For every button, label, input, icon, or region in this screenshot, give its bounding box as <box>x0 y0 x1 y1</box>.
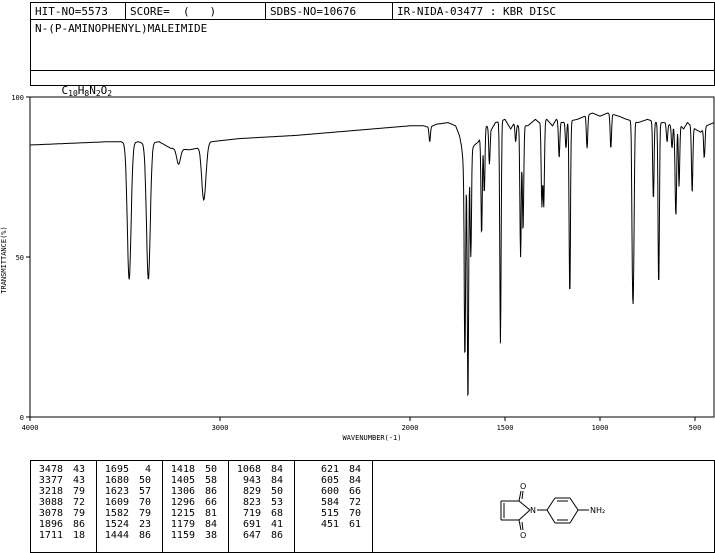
peak-wavenumber: 691 <box>242 519 261 530</box>
peak-wavenumber: 719 <box>242 508 261 519</box>
y-tick-label: 0 <box>20 414 24 422</box>
peak-wavenumber: 823 <box>242 497 261 508</box>
peak-wavenumber: 1609 <box>104 497 129 508</box>
x-tick-label: 500 <box>689 424 702 432</box>
oxygen-bottom-label: O <box>520 531 526 540</box>
peak-transmittance: 79 <box>138 508 151 519</box>
axis-ticks: 4000 3000 2000 1500 1000 500 0 50 100 <box>11 94 701 432</box>
peak-transmittance: 61 <box>348 519 361 530</box>
y-tick-label: 50 <box>16 254 24 262</box>
peak-transmittance: 68 <box>270 508 283 519</box>
peak-wavenumber: 1418 <box>170 464 195 475</box>
oxygen-top-label: O <box>520 482 526 491</box>
peak-wavenumber: 3078 <box>38 508 63 519</box>
peak-wavenumber: 1711 <box>38 530 63 541</box>
peak-transmittance: 72 <box>348 497 361 508</box>
peak-transmittance: 84 <box>348 464 361 475</box>
y-axis-label: TRANSMITTANCE(%) <box>0 226 8 293</box>
peak-transmittance: 86 <box>270 530 283 541</box>
peak-wavenumber: 647 <box>242 530 261 541</box>
peak-wavenumber: 3377 <box>38 475 63 486</box>
peak-wavenumber: 943 <box>242 475 261 486</box>
transmittance-series-line <box>30 112 715 397</box>
peak-wavenumber: 1524 <box>104 519 129 530</box>
peak-wavenumber: 3088 <box>38 497 63 508</box>
peak-transmittance: 38 <box>204 530 217 541</box>
structure-diagram: O N O NH₂ <box>500 482 605 540</box>
peak-wavenumber: 3478 <box>38 464 63 475</box>
peak-wavenumber: 1896 <box>38 519 63 530</box>
peak-wavenumber: 1623 <box>104 486 129 497</box>
peak-wavenumber: 451 <box>320 519 339 530</box>
peak-transmittance: 86 <box>72 519 85 530</box>
peak-wavenumber: 3218 <box>38 486 63 497</box>
peak-transmittance: 23 <box>138 519 151 530</box>
peak-wavenumber: 1215 <box>170 508 195 519</box>
peak-transmittance: 81 <box>204 508 217 519</box>
peak-transmittance: 50 <box>270 486 283 497</box>
peak-transmittance: 66 <box>204 497 217 508</box>
peak-wavenumber: 1068 <box>236 464 261 475</box>
ir-spectrum-chart: 4000 3000 2000 1500 1000 500 0 50 100 TRANSMITTA… <box>0 94 715 442</box>
peak-wavenumber: 1444 <box>104 530 129 541</box>
x-tick-label: 2000 <box>402 424 419 432</box>
peak-transmittance: 66 <box>348 486 361 497</box>
x-tick-label: 4000 <box>22 424 39 432</box>
amine-label: NH₂ <box>590 506 605 515</box>
peak-transmittance: 50 <box>138 475 151 486</box>
peak-transmittance: 79 <box>72 508 85 519</box>
peak-transmittance: 50 <box>204 464 217 475</box>
peak-transmittance: 43 <box>72 464 85 475</box>
x-tick-label: 1000 <box>592 424 609 432</box>
peak-wavenumber: 1179 <box>170 519 195 530</box>
peak-wavenumber: 1159 <box>170 530 195 541</box>
peak-table: 3478 43 3377 43 3218 79 3088 72 3078 79 1896 86 1711… <box>30 460 715 553</box>
peak-transmittance: 41 <box>270 519 283 530</box>
peak-transmittance: 86 <box>138 530 151 541</box>
peak-transmittance: 58 <box>204 475 217 486</box>
peak-transmittance: 72 <box>72 497 85 508</box>
peak-wavenumber: 1405 <box>170 475 195 486</box>
peak-transmittance: 53 <box>270 497 283 508</box>
peak-transmittance: 84 <box>348 475 361 486</box>
peak-transmittance: 84 <box>204 519 217 530</box>
peak-wavenumber: 600 <box>320 486 339 497</box>
peak-transmittance: 86 <box>204 486 217 497</box>
peak-transmittance: 43 <box>72 475 85 486</box>
x-tick-label: 3000 <box>212 424 229 432</box>
peak-wavenumber: 621 <box>320 464 339 475</box>
peak-wavenumber: 1296 <box>170 497 195 508</box>
peak-wavenumber: 515 <box>320 508 339 519</box>
peak-wavenumber: 829 <box>242 486 261 497</box>
peak-wavenumber: 1306 <box>170 486 195 497</box>
peak-transmittance: 4 <box>144 464 151 475</box>
x-tick-label: 1500 <box>497 424 514 432</box>
peak-wavenumber: 605 <box>320 475 339 486</box>
peak-wavenumber: 1695 <box>104 464 129 475</box>
peak-wavenumber: 1582 <box>104 508 129 519</box>
peak-transmittance: 84 <box>270 475 283 486</box>
peak-transmittance: 18 <box>72 530 85 541</box>
peak-transmittance: 79 <box>72 486 85 497</box>
x-axis-label: WAVENUMBER(-1) <box>342 434 401 442</box>
peak-transmittance: 70 <box>348 508 361 519</box>
peak-wavenumber: 1680 <box>104 475 129 486</box>
peak-transmittance: 84 <box>270 464 283 475</box>
peak-transmittance: 57 <box>138 486 151 497</box>
peak-transmittance: 70 <box>138 497 151 508</box>
y-tick-label: 100 <box>11 94 24 102</box>
imide-nitrogen-label: N <box>530 506 536 515</box>
structure-bonds <box>500 490 589 531</box>
peak-wavenumber: 584 <box>320 497 339 508</box>
